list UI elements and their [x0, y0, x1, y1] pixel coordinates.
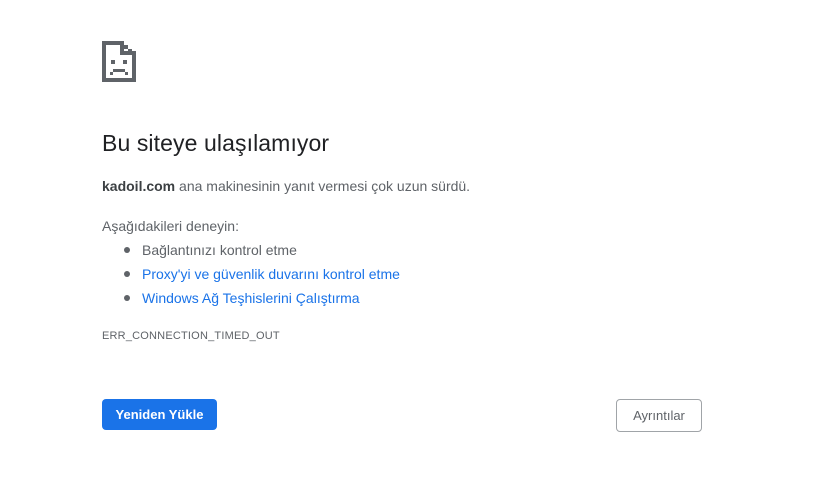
host-name: kadoil.com [102, 178, 176, 194]
suggestions-label: Aşağıdakileri deneyin: [102, 218, 239, 234]
error-summary-text: ana makinesinin yanıt vermesi çok uzun s… [175, 178, 471, 194]
error-code: ERR_CONNECTION_TIMED_OUT [102, 330, 280, 342]
suggestion-network-diagnostics: Windows Ağ Teşhislerini Çalıştırma [124, 288, 400, 312]
reload-button[interactable]: Yeniden Yükle [102, 399, 217, 430]
network-diagnostics-link[interactable]: Windows Ağ Teşhislerini Çalıştırma [142, 290, 360, 306]
suggestion-check-connection: Bağlantınızı kontrol etme [124, 240, 400, 264]
page-title: Bu siteye ulaşılamıyor [102, 130, 330, 156]
details-button[interactable]: Ayrıntılar [616, 399, 702, 432]
suggestions-list: Bağlantınızı kontrol etme Proxy'yi ve gü… [102, 240, 400, 312]
suggestion-check-proxy-firewall: Proxy'yi ve güvenlik duvarını kontrol et… [124, 264, 400, 288]
sad-page-icon [102, 41, 136, 82]
error-page: Bu siteye ulaşılamıyor kadoil.com ana ma… [0, 0, 826, 501]
proxy-firewall-link[interactable]: Proxy'yi ve güvenlik duvarını kontrol et… [142, 266, 400, 282]
suggestion-text: Bağlantınızı kontrol etme [142, 242, 297, 258]
error-summary: kadoil.com ana makinesinin yanıt vermesi… [102, 178, 470, 194]
